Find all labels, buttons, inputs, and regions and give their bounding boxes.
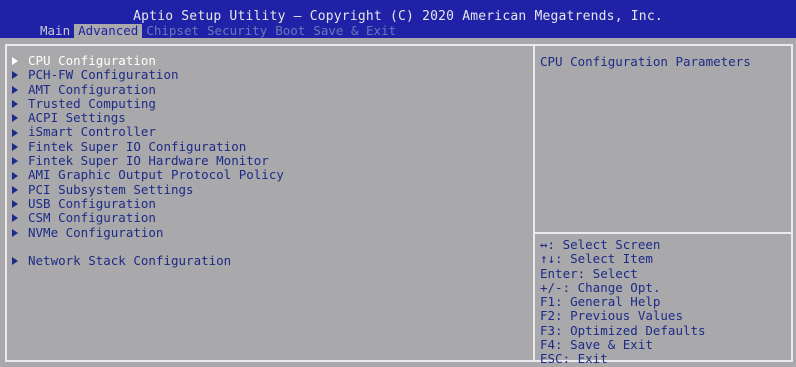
tab-security[interactable]: Security: [203, 24, 271, 38]
help-previous-values: F2: Previous Values: [540, 308, 683, 324]
menu-item-trusted-computing[interactable]: Trusted Computing: [12, 95, 284, 111]
menu-item-ami-gop-policy[interactable]: AMI Graphic Output Protocol Policy: [12, 168, 284, 182]
menu-item-nvme-configuration[interactable]: NVMe Configuration: [12, 224, 284, 240]
help-optimized-defaults: F3: Optimized Defaults: [540, 322, 706, 338]
utility-title: Aptio Setup Utility – Copyright (C) 2020…: [133, 9, 663, 24]
menu-item-label: Network Stack Configuration: [28, 252, 232, 268]
submenu-arrow-icon: [12, 228, 18, 237]
menu-item-label: AMT Configuration: [28, 81, 156, 97]
submenu-arrow-icon: [12, 200, 18, 209]
submenu-arrow-icon: [12, 171, 18, 180]
menu-item-label: CPU Configuration: [28, 53, 156, 68]
submenu-arrow-icon: [12, 214, 18, 223]
tab-bar: Main Advanced Chipset Security Boot Save…: [36, 24, 400, 38]
tab-main[interactable]: Main: [36, 24, 74, 38]
submenu-arrow-icon: [12, 128, 18, 137]
menu-item-csm-configuration[interactable]: CSM Configuration: [12, 210, 284, 226]
menu-item-label: AMI Graphic Output Protocol Policy: [28, 167, 284, 183]
help-select-screen: ↔: Select Screen: [540, 237, 661, 252]
menu-item-usb-configuration[interactable]: USB Configuration: [12, 195, 284, 211]
submenu-arrow-icon: [12, 185, 18, 194]
submenu-arrow-icon: [12, 71, 18, 80]
submenu-arrow-icon: [12, 85, 18, 94]
menu-item-fintek-hardware-monitor[interactable]: Fintek Super IO Hardware Monitor: [12, 153, 284, 169]
help-divider: [535, 232, 793, 234]
help-save-exit: F4: Save & Exit: [540, 337, 653, 353]
help-general-help: F1: General Help: [540, 294, 661, 310]
submenu-arrow-icon: [12, 257, 18, 265]
tab-boot[interactable]: Boot: [271, 24, 309, 38]
menu-item-pch-fw-configuration[interactable]: PCH-FW Configuration: [12, 67, 284, 83]
tab-advanced[interactable]: Advanced: [74, 24, 143, 38]
menu-item-cpu-configuration[interactable]: CPU Configuration: [12, 53, 284, 68]
item-description: CPU Configuration Parameters: [540, 54, 751, 69]
submenu-arrow-icon: [12, 57, 18, 66]
header-bar: Aptio Setup Utility – Copyright (C) 2020…: [0, 0, 796, 38]
menu-item-ismart-controller[interactable]: iSmart Controller: [12, 125, 284, 139]
menu-item-amt-configuration[interactable]: AMT Configuration: [12, 81, 284, 97]
submenu-arrow-icon: [12, 100, 18, 109]
help-enter-select: Enter: Select: [540, 265, 638, 281]
menu-item-label: NVMe Configuration: [28, 224, 164, 240]
help-select-item: ↑↓: Select Item: [540, 251, 653, 267]
menu-item-label: Fintek Super IO Hardware Monitor: [28, 153, 269, 169]
menu-item-label: iSmart Controller: [28, 124, 156, 140]
help-change-opt: +/-: Change Opt.: [540, 279, 661, 295]
menu-item-label: Trusted Computing: [28, 95, 156, 111]
menu-item-label: CSM Configuration: [28, 210, 156, 226]
tab-save-exit[interactable]: Save & Exit: [309, 24, 400, 38]
submenu-arrow-icon: [12, 114, 18, 123]
menu-item-label: PCI Subsystem Settings: [28, 181, 194, 197]
key-help-panel: ↔: Select Screen ↑↓: Select Item Enter: …: [540, 237, 706, 367]
menu-item-label: Fintek Super IO Configuration: [28, 138, 247, 154]
tab-chipset[interactable]: Chipset: [142, 24, 203, 38]
menu-item-label: PCH-FW Configuration: [28, 67, 179, 83]
menu-item-label: USB Configuration: [28, 195, 156, 211]
submenu-arrow-icon: [12, 142, 18, 151]
menu-item-network-stack-configuration[interactable]: Network Stack Configuration: [12, 252, 284, 268]
menu-item-fintek-super-io-configuration[interactable]: Fintek Super IO Configuration: [12, 138, 284, 154]
menu-item-pci-subsystem-settings[interactable]: PCI Subsystem Settings: [12, 181, 284, 197]
advanced-menu: CPU Configuration PCH-FW Configuration A…: [12, 53, 284, 268]
panel-divider: [533, 44, 535, 362]
submenu-arrow-icon: [12, 157, 18, 166]
menu-item-acpi-settings[interactable]: ACPI Settings: [12, 110, 284, 126]
menu-item-label: ACPI Settings: [28, 110, 126, 126]
